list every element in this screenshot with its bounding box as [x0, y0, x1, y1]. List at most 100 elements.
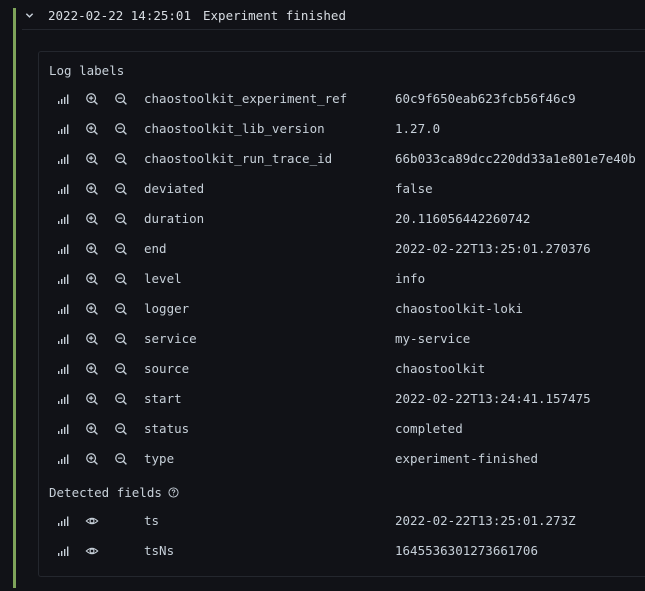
- stats-icon[interactable]: [55, 361, 71, 377]
- label-row: end 2022-02-22T13:25:01.270376: [39, 234, 645, 264]
- zoom-out-icon[interactable]: [113, 421, 129, 437]
- label-row: duration 20.116056442260742: [39, 204, 645, 234]
- log-timestamp: 2022-02-22 14:25:01: [48, 7, 191, 23]
- label-key: chaostoolkit_experiment_ref: [144, 91, 348, 106]
- zoom-out-icon[interactable]: [113, 181, 129, 197]
- label-value: 1.27.0: [395, 121, 441, 136]
- zoom-in-icon[interactable]: [84, 421, 100, 437]
- zoom-in-icon[interactable]: [84, 211, 100, 227]
- label-value: my-service: [395, 331, 471, 346]
- label-value: chaostoolkit: [395, 361, 486, 376]
- chevron-down-icon[interactable]: [22, 8, 36, 22]
- log-labels-title: Log labels: [49, 63, 124, 78]
- label-value: 2022-02-22T13:25:01.270376: [395, 241, 591, 256]
- zoom-in-icon[interactable]: [84, 151, 100, 167]
- label-value: false: [395, 181, 433, 196]
- label-value: info: [395, 271, 426, 286]
- detected-field-row: tsNs 1645536301273661706: [39, 536, 645, 566]
- zoom-in-icon[interactable]: [84, 181, 100, 197]
- stats-icon[interactable]: [55, 271, 71, 287]
- label-value: 60c9f650eab623fcb56f46c9: [395, 91, 576, 106]
- detected-fields-title-text: Detected fields: [49, 485, 162, 500]
- label-value: chaostoolkit-loki: [395, 301, 523, 316]
- label-row: level info: [39, 264, 645, 294]
- eye-icon[interactable]: [84, 543, 100, 559]
- detected-fields-title: Detected fields: [49, 485, 179, 500]
- field-value: 1645536301273661706: [395, 543, 538, 558]
- stats-icon[interactable]: [55, 241, 71, 257]
- label-key: type: [144, 451, 175, 466]
- zoom-in-icon[interactable]: [84, 271, 100, 287]
- label-key: chaostoolkit_run_trace_id: [144, 151, 333, 166]
- label-key: start: [144, 391, 182, 406]
- label-row: status completed: [39, 414, 645, 444]
- zoom-in-icon[interactable]: [84, 331, 100, 347]
- label-row: chaostoolkit_experiment_ref 60c9f650eab62…: [39, 84, 645, 114]
- label-key: end: [144, 241, 167, 256]
- zoom-in-icon[interactable]: [84, 301, 100, 317]
- label-key: source: [144, 361, 190, 376]
- zoom-out-icon[interactable]: [113, 361, 129, 377]
- eye-icon[interactable]: [84, 513, 100, 529]
- stats-icon[interactable]: [55, 211, 71, 227]
- stats-icon[interactable]: [55, 513, 71, 529]
- zoom-in-icon[interactable]: [84, 391, 100, 407]
- zoom-in-icon[interactable]: [84, 121, 100, 137]
- label-key: deviated: [144, 181, 205, 196]
- stats-icon[interactable]: [55, 181, 71, 197]
- zoom-out-icon[interactable]: [113, 121, 129, 137]
- field-key: ts: [144, 513, 160, 528]
- label-key: duration: [144, 211, 205, 226]
- zoom-out-icon[interactable]: [113, 91, 129, 107]
- label-value: 20.116056442260742: [395, 211, 531, 226]
- zoom-in-icon[interactable]: [84, 451, 100, 467]
- log-labels-title-text: Log labels: [49, 63, 125, 78]
- zoom-out-icon[interactable]: [113, 301, 129, 317]
- label-row: type experiment-finished: [39, 444, 645, 474]
- stats-icon[interactable]: [55, 301, 71, 317]
- label-key: service: [144, 331, 197, 346]
- stats-icon[interactable]: [55, 543, 71, 559]
- label-row: chaostoolkit_lib_version 1.27.0: [39, 114, 645, 144]
- zoom-out-icon[interactable]: [113, 211, 129, 227]
- zoom-out-icon[interactable]: [113, 391, 129, 407]
- stats-icon[interactable]: [55, 151, 71, 167]
- detected-field-row: ts 2022-02-22T13:25:01.273Z: [39, 506, 645, 536]
- label-row: deviated false: [39, 174, 645, 204]
- log-level-bar: [13, 8, 16, 588]
- label-key: level: [144, 271, 182, 286]
- log-details-panel: Log labels chaostoolkit_experiment_ref 60…: [38, 51, 645, 577]
- stats-icon[interactable]: [55, 451, 71, 467]
- log-message: Experiment finished: [203, 7, 346, 23]
- zoom-out-icon[interactable]: [113, 271, 129, 287]
- zoom-out-icon[interactable]: [113, 451, 129, 467]
- label-row: chaostoolkit_run_trace_id 66b033ca89dcc22…: [39, 144, 645, 174]
- label-key: logger: [144, 301, 190, 316]
- field-key: tsNs: [144, 543, 175, 558]
- stats-icon[interactable]: [55, 331, 71, 347]
- stats-icon[interactable]: [55, 91, 71, 107]
- label-value: experiment-finished: [395, 451, 538, 466]
- zoom-out-icon[interactable]: [113, 331, 129, 347]
- label-value: 66b033ca89dcc220dd33a1e801e7e40b: [395, 151, 636, 166]
- zoom-in-icon[interactable]: [84, 241, 100, 257]
- stats-icon[interactable]: [55, 121, 71, 137]
- label-row: logger chaostoolkit-loki: [39, 294, 645, 324]
- zoom-out-icon[interactable]: [113, 151, 129, 167]
- zoom-out-icon[interactable]: [113, 241, 129, 257]
- stats-icon[interactable]: [55, 421, 71, 437]
- zoom-in-icon[interactable]: [84, 91, 100, 107]
- question-circle-icon[interactable]: [168, 487, 179, 498]
- label-value: 2022-02-22T13:24:41.157475: [395, 391, 591, 406]
- label-value: completed: [395, 421, 463, 436]
- label-row: service my-service: [39, 324, 645, 354]
- divider: [22, 29, 645, 30]
- label-key: status: [144, 421, 190, 436]
- field-value: 2022-02-22T13:25:01.273Z: [395, 513, 576, 528]
- label-row: start 2022-02-22T13:24:41.157475: [39, 384, 645, 414]
- label-key: chaostoolkit_lib_version: [144, 121, 325, 136]
- label-row: source chaostoolkit: [39, 354, 645, 384]
- stats-icon[interactable]: [55, 391, 71, 407]
- zoom-in-icon[interactable]: [84, 361, 100, 377]
- log-row-header[interactable]: 2022-02-22 14:25:01 Experiment finished: [22, 6, 346, 24]
